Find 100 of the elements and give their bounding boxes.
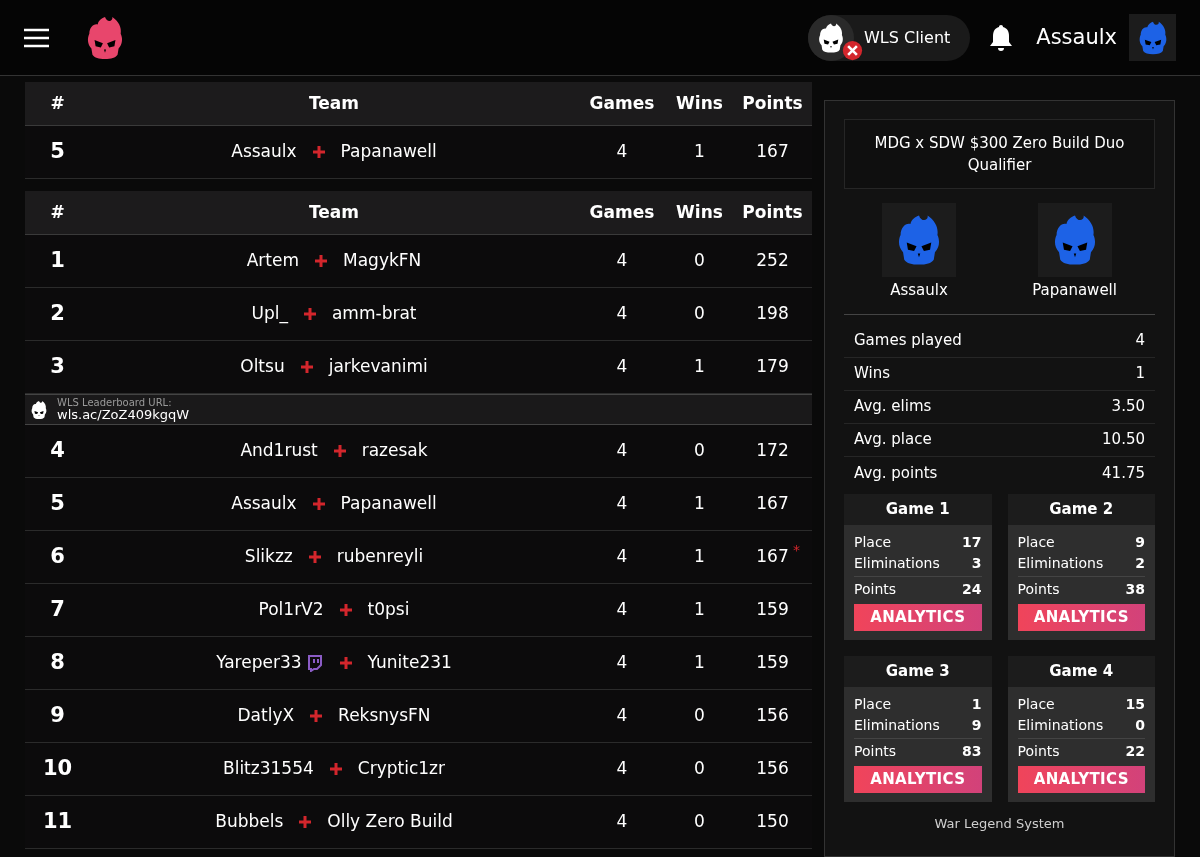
game-stat-label: Eliminations — [1017, 715, 1104, 735]
points-value: 167 — [756, 492, 789, 516]
stat-value: 4 — [1135, 330, 1145, 352]
player-name[interactable]: Artem — [246, 248, 299, 274]
plus-icon — [315, 255, 327, 267]
bell-icon[interactable] — [988, 22, 1015, 53]
analytics-button[interactable]: ANALYTICS — [854, 603, 982, 631]
player-name[interactable]: Papanawell — [1032, 279, 1117, 302]
player-avatar[interactable] — [882, 203, 957, 277]
games-count: 4 — [616, 810, 628, 834]
points-value: 150 — [756, 810, 789, 834]
footer-text: War Legend System — [934, 814, 1065, 833]
games-count: 4 — [616, 704, 628, 728]
game-stat-label: Points — [854, 741, 897, 761]
game-title: Game 4 — [1049, 660, 1114, 682]
rank: 4 — [50, 437, 65, 465]
game-title: Game 1 — [885, 498, 950, 520]
analytics-button[interactable]: ANALYTICS — [1017, 603, 1145, 631]
player-name[interactable]: ReksnysFN — [338, 703, 431, 729]
games-count: 4 — [616, 302, 628, 326]
points-value: 156 — [756, 704, 789, 728]
rank: 5 — [50, 138, 65, 166]
analytics-button[interactable]: ANALYTICS — [1017, 765, 1145, 793]
game-stat-label: Place — [854, 694, 892, 714]
wins-count: 1 — [694, 598, 705, 622]
url-label: WLS Leaderboard URL: — [57, 398, 173, 408]
player-name[interactable]: jarkevanimi — [328, 354, 428, 380]
plus-icon — [333, 445, 346, 457]
player-name[interactable]: Assaulx — [890, 279, 948, 302]
player-avatar[interactable] — [1037, 203, 1112, 277]
column-header: # — [50, 91, 65, 115]
leaderboard-url[interactable]: wls.ac/ZoZ409kgqW — [57, 408, 190, 421]
player-name[interactable]: Slikzz — [244, 544, 293, 570]
wins-count: 1 — [694, 355, 705, 379]
player-name[interactable]: Assaulx — [231, 491, 297, 517]
avatar[interactable] — [1129, 14, 1176, 61]
column-header: # — [50, 200, 65, 224]
plus-icon — [308, 551, 321, 563]
stat-value: 41.75 — [1102, 462, 1145, 484]
username[interactable]: Assaulx — [1036, 21, 1117, 54]
games-count: 4 — [616, 757, 628, 781]
game-stat-value: 3 — [971, 553, 982, 573]
player-name[interactable]: Olly Zero Build — [327, 809, 453, 835]
skull-icon — [29, 399, 49, 420]
client-status[interactable]: WLS Client — [808, 14, 971, 61]
stat-label: Avg. place — [854, 429, 932, 451]
player-name[interactable]: And1rust — [240, 438, 318, 464]
game-stat-label: Points — [1017, 741, 1060, 761]
player-name[interactable]: t0psi — [367, 597, 410, 623]
player-name[interactable]: amm-brat — [331, 301, 417, 327]
wins-count: 0 — [694, 810, 705, 834]
menu-icon[interactable] — [24, 26, 49, 49]
points-value: 252 — [756, 249, 789, 273]
points-value: 167 — [756, 140, 789, 164]
column-header: Games — [589, 200, 655, 224]
player-name[interactable]: Blitz31554 — [223, 756, 314, 782]
rank: 6 — [50, 543, 65, 571]
player-name[interactable]: Papanawell — [340, 491, 437, 517]
stat-value: 3.50 — [1111, 396, 1145, 418]
rank: 1 — [50, 247, 65, 275]
player-name[interactable]: MagykFN — [343, 248, 422, 274]
column-header: Wins — [676, 91, 723, 115]
wins-count: 1 — [694, 545, 705, 569]
plus-icon — [339, 604, 352, 616]
player-name[interactable]: Pol1rV2 — [258, 597, 324, 623]
client-label: WLS Client — [864, 26, 951, 49]
points-note: * — [793, 541, 800, 561]
game-stat-label: Place — [854, 532, 892, 552]
player-name[interactable]: DatlyX — [237, 703, 295, 729]
player-name[interactable]: razesak — [361, 438, 428, 464]
game-stat-value: 9 — [1135, 532, 1145, 552]
player-name[interactable]: rubenreyli — [336, 544, 424, 570]
points-value: 198 — [756, 302, 789, 326]
game-stat-value: 1 — [971, 694, 982, 714]
rank: 2 — [50, 300, 65, 328]
games-count: 4 — [616, 140, 628, 164]
analytics-button[interactable]: ANALYTICS — [854, 765, 982, 793]
rank: 10 — [42, 755, 73, 783]
player-name[interactable]: Yareper33 — [216, 650, 324, 676]
player-name[interactable]: Oltsu — [240, 354, 285, 380]
plus-icon — [303, 308, 316, 320]
player-name[interactable]: Upl_ — [251, 301, 288, 327]
player-name[interactable]: Yunite231 — [367, 650, 452, 676]
stat-label: Avg. points — [854, 462, 938, 484]
player-name[interactable]: Cryptic1zr — [357, 756, 445, 782]
rank: 11 — [42, 808, 73, 836]
rank: 5 — [50, 490, 65, 518]
stat-label: Wins — [854, 363, 890, 385]
player-name[interactable]: Bubbels — [215, 809, 284, 835]
column-header: Team — [308, 200, 360, 224]
game-stat-label: Place — [1017, 532, 1055, 552]
points-value: 156 — [756, 757, 789, 781]
games-count: 4 — [616, 651, 628, 675]
player-name[interactable]: Assaulx — [231, 139, 297, 165]
points-value: 172 — [756, 439, 789, 463]
column-header: Team — [308, 91, 360, 115]
points-value: 159 — [756, 651, 789, 675]
plus-icon — [299, 816, 312, 828]
games-count: 4 — [616, 492, 628, 516]
player-name[interactable]: Papanawell — [340, 139, 437, 165]
